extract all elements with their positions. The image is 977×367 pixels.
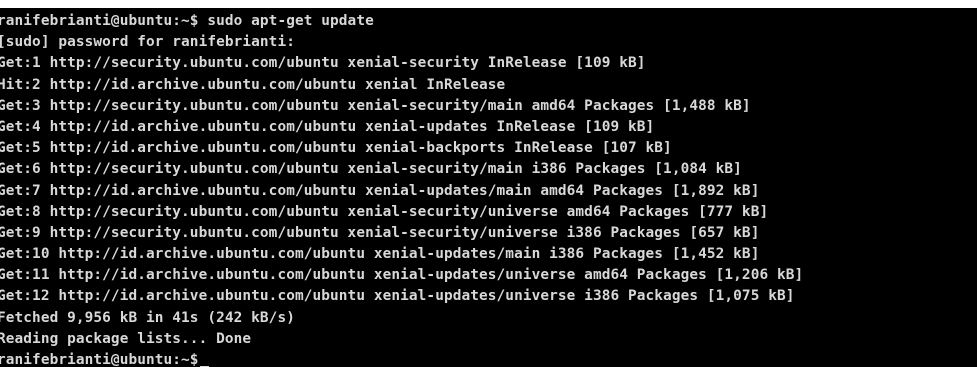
output-line: Get:9 http://security.ubuntu.com/ubuntu … [0,224,760,241]
terminal-window[interactable]: ranifebrianti@ubuntu:~$ sudo apt-get upd… [0,8,977,367]
prompt-line[interactable]: ranifebrianti@ubuntu:~$ [0,350,803,367]
output-line: Get:7 http://id.archive.ubuntu.com/ubunt… [0,182,760,199]
output-line: Get:10 http://id.archive.ubuntu.com/ubun… [0,246,760,263]
output-line: Get:3 http://security.ubuntu.com/ubuntu … [0,97,751,114]
shell-prompt: ranifebrianti@ubuntu:~$ [0,352,199,367]
sudo-password-prompt: [sudo] password for ranifebrianti: [0,34,295,51]
output-line: Get:6 http://security.ubuntu.com/ubuntu … [0,161,742,178]
output-line: Get:11 http://id.archive.ubuntu.com/ubun… [0,267,804,284]
output-line: Get:12 http://id.archive.ubuntu.com/ubun… [0,288,795,305]
fetch-summary-line: Fetched 9,956 kB in 41s (242 kB/s) [0,309,295,326]
output-line: Get:4 http://id.archive.ubuntu.com/ubunt… [0,118,655,135]
output-line: Get:1 http://security.ubuntu.com/ubuntu … [0,55,646,72]
command-line: ranifebrianti@ubuntu:~$ sudo apt-get upd… [0,13,374,29]
output-line: Get:5 http://id.archive.ubuntu.com/ubunt… [0,140,672,157]
output-line: Get:8 http://security.ubuntu.com/ubuntu … [0,203,769,220]
terminal-output: ranifebrianti@ubuntu:~$ sudo apt-get upd… [0,11,803,367]
output-line: Hit:2 http://id.archive.ubuntu.com/ubunt… [0,76,506,93]
status-line: Reading package lists... Done [0,330,252,347]
